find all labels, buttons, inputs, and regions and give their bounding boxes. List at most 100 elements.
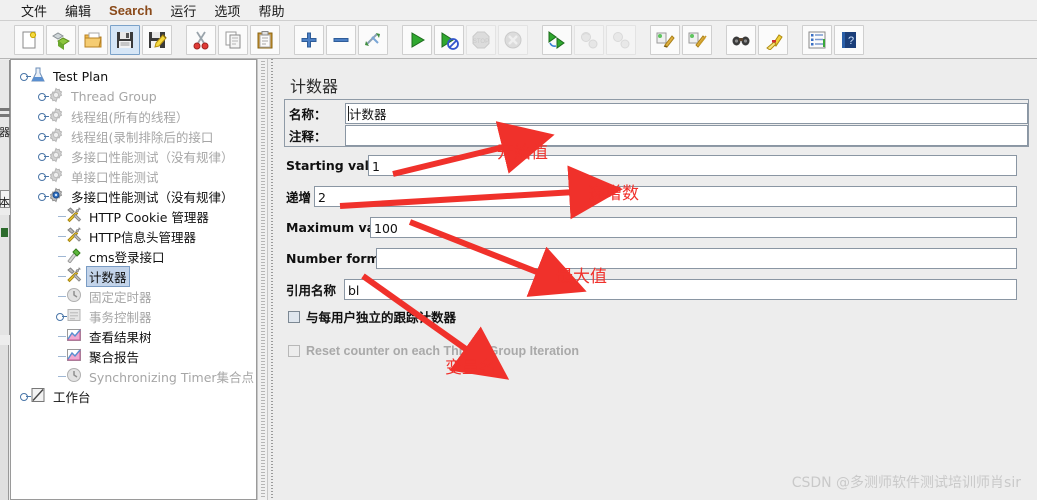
toolbar-separator bbox=[282, 25, 294, 55]
annotation-increment: 递增数 bbox=[588, 184, 639, 204]
per-user-checkbox-label: 与每用户独立的跟踪计数器 bbox=[306, 310, 457, 325]
toolbar-remote-start-all-icon[interactable] bbox=[542, 24, 572, 55]
tree-node-label: cms登录接口 bbox=[89, 249, 165, 265]
menu-item-5[interactable]: 帮助 bbox=[249, 0, 293, 21]
tree-expander-icon[interactable] bbox=[35, 147, 49, 165]
comment-row: 注释： bbox=[289, 124, 1028, 146]
thread-group-icon bbox=[48, 167, 66, 185]
starting-value-input[interactable]: 1 bbox=[368, 154, 1017, 176]
toolbar-new-icon[interactable] bbox=[14, 24, 44, 55]
tree-node[interactable]: 固定定时器 bbox=[11, 286, 256, 306]
toolbar-toggle-icon[interactable] bbox=[358, 24, 388, 55]
increment-value-label: 递增 bbox=[286, 189, 312, 205]
tree-node-label: 多接口性能测试（没有规律） bbox=[71, 189, 234, 205]
menu-item-2[interactable]: Search bbox=[100, 2, 161, 19]
tree-expander-icon[interactable] bbox=[53, 307, 67, 325]
reference-name-input[interactable]: bl bbox=[344, 278, 1017, 300]
per-user-checkbox[interactable]: 与每用户独立的跟踪计数器 bbox=[288, 307, 456, 326]
toolbar-separator bbox=[638, 25, 650, 55]
tree-vertical-scrollbar[interactable] bbox=[257, 59, 268, 500]
tree-elbow-icon bbox=[53, 287, 66, 305]
tree-expander-icon[interactable] bbox=[35, 127, 49, 145]
tree-elbow-icon bbox=[53, 227, 66, 245]
counter-config-panel: 计数器 名称： 计数器 注释： Starting value 1 递增 2 Maximu… bbox=[276, 59, 1037, 500]
menu-item-4[interactable]: 选项 bbox=[205, 0, 249, 21]
tree-node[interactable]: HTTP Cookie 管理器 bbox=[11, 206, 256, 226]
toolbar-function-helper-icon[interactable] bbox=[802, 24, 832, 55]
tree-expander-icon[interactable] bbox=[35, 87, 49, 105]
name-input[interactable]: 计数器 bbox=[345, 102, 1028, 124]
toolbar-save-as-icon[interactable] bbox=[142, 24, 172, 55]
menu-bar: 文件 编辑 Search 运行 选项 帮助 bbox=[0, 0, 1037, 21]
thread-group-active-icon bbox=[48, 187, 66, 205]
number-format-row: Number format bbox=[286, 247, 1017, 269]
toolbar-start-icon[interactable] bbox=[402, 24, 432, 55]
increment-value-input[interactable]: 2 bbox=[314, 185, 1017, 207]
number-format-label: Number format bbox=[286, 250, 394, 266]
toolbar-collapse-all-icon[interactable] bbox=[326, 24, 356, 55]
toolbar-shutdown-icon bbox=[498, 24, 528, 55]
menu-item-0[interactable]: 文件 bbox=[12, 0, 56, 21]
tree-node[interactable]: 工作台 bbox=[11, 386, 256, 406]
tree-node[interactable]: 线程组(录制排除后的接口 bbox=[11, 126, 256, 146]
toolbar-clear-icon[interactable] bbox=[650, 24, 680, 55]
panel-splitter[interactable] bbox=[269, 59, 276, 500]
starting-value-label: Starting value bbox=[286, 157, 387, 173]
tree-node[interactable]: Test Plan bbox=[11, 66, 256, 86]
tree-elbow-icon bbox=[53, 207, 66, 225]
toolbar-expand-all-icon[interactable] bbox=[294, 24, 324, 55]
toolbar-search-reset-icon[interactable] bbox=[758, 24, 788, 55]
toolbar: STOP? bbox=[0, 21, 1037, 59]
toolbar-separator bbox=[174, 25, 186, 55]
tree-node-label: 线程组(录制排除后的接口 bbox=[71, 129, 214, 145]
tree-node-label: 事务控制器 bbox=[89, 309, 152, 325]
tree-node[interactable]: Synchronizing Timer集合点 bbox=[11, 366, 256, 386]
toolbar-templates-icon[interactable] bbox=[46, 24, 76, 55]
comment-input[interactable] bbox=[345, 124, 1028, 146]
per-user-checkbox-box[interactable] bbox=[288, 310, 300, 323]
toolbar-clear-all-icon[interactable] bbox=[682, 24, 712, 55]
thread-group-icon bbox=[48, 87, 66, 105]
tree-node[interactable]: 多接口性能测试（没有规律） bbox=[11, 146, 256, 166]
toolbar-search-icon[interactable] bbox=[726, 24, 756, 55]
menu-item-1[interactable]: 编辑 bbox=[56, 0, 100, 21]
tree-expander-icon[interactable] bbox=[35, 187, 49, 205]
tree-node[interactable]: cms登录接口 bbox=[11, 246, 256, 266]
tree-node[interactable]: 多接口性能测试（没有规律） bbox=[11, 186, 256, 206]
tree-expander-icon[interactable] bbox=[35, 107, 49, 125]
test-plan-tree[interactable]: Test Plan Thread Group 线程组(所有的线程） 线程组(录制排除后… bbox=[11, 60, 256, 406]
listener-icon bbox=[66, 347, 84, 365]
tree-node-label: 固定定时器 bbox=[89, 289, 152, 305]
tree-node[interactable]: 查看结果树 bbox=[11, 326, 256, 346]
maximum-value-row: Maximum value 100 bbox=[286, 216, 1017, 238]
main-content: Test Plan Thread Group 线程组(所有的线程） 线程组(录制排除后… bbox=[10, 59, 1037, 500]
thread-group-icon bbox=[48, 107, 66, 125]
tree-node-label: 聚合报告 bbox=[89, 349, 140, 365]
tree-expander-icon[interactable] bbox=[35, 167, 49, 185]
tree-node-label: 工作台 bbox=[53, 389, 91, 405]
toolbar-cut-icon[interactable] bbox=[186, 24, 216, 55]
watermark: CSDN @多测师软件测试培训师肖sir bbox=[791, 475, 1021, 491]
toolbar-open-icon[interactable] bbox=[78, 24, 108, 55]
number-format-input[interactable] bbox=[376, 247, 1017, 269]
toolbar-help-icon[interactable]: ? bbox=[834, 24, 864, 55]
test-plan-tree-panel[interactable]: Test Plan Thread Group 线程组(所有的线程） 线程组(录制排除后… bbox=[10, 59, 257, 500]
toolbar-start-no-pauses-icon[interactable] bbox=[434, 24, 464, 55]
annotation-starting-value: 开始值 bbox=[497, 143, 548, 163]
tree-node[interactable]: 线程组(所有的线程） bbox=[11, 106, 256, 126]
config-element-icon bbox=[66, 207, 84, 225]
tree-node-label: 计数器 bbox=[86, 265, 130, 287]
toolbar-paste-icon[interactable] bbox=[250, 24, 280, 55]
tree-node[interactable]: Thread Group bbox=[11, 86, 256, 106]
toolbar-copy-icon[interactable] bbox=[218, 24, 248, 55]
svg-text:STOP: STOP bbox=[473, 39, 489, 45]
menu-item-3[interactable]: 运行 bbox=[161, 0, 205, 21]
maximum-value-input[interactable]: 100 bbox=[370, 216, 1017, 238]
tree-node[interactable]: 单接口性能测试 bbox=[11, 166, 256, 186]
tree-node[interactable]: 计数器 bbox=[11, 265, 256, 287]
toolbar-save-icon[interactable] bbox=[110, 24, 140, 55]
timer-icon bbox=[66, 287, 84, 305]
tree-node[interactable]: 聚合报告 bbox=[11, 346, 256, 366]
tree-node[interactable]: HTTP信息头管理器 bbox=[11, 226, 256, 246]
tree-node[interactable]: 事务控制器 bbox=[11, 306, 256, 326]
